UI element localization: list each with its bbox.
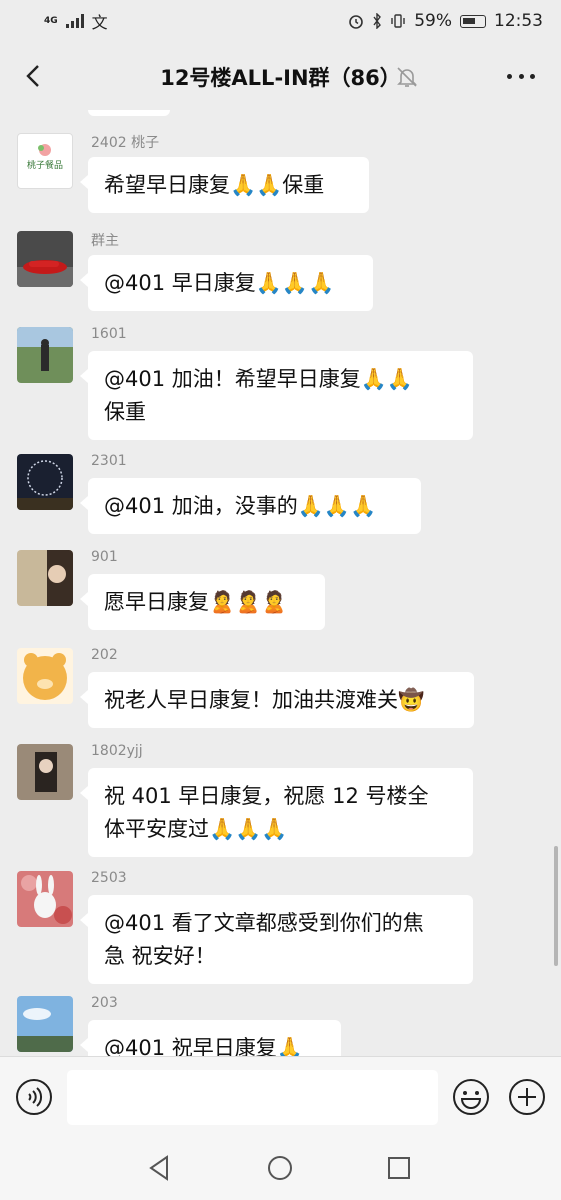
system-back-button[interactable] <box>143 1152 175 1184</box>
avatar[interactable] <box>17 231 73 287</box>
voice-icon <box>16 1079 52 1115</box>
voice-button[interactable] <box>14 1077 54 1117</box>
message-bubble[interactable]: @401 加油！希望早日康复🙏🙏 保重 <box>80 351 473 440</box>
sender-name: 2402 桃子 <box>91 135 160 151</box>
message-text: 保重 <box>104 400 146 424</box>
message-text: 急 祝安好！ <box>104 944 216 968</box>
avatar[interactable] <box>17 871 73 927</box>
sender-name: 1601 <box>91 326 127 342</box>
back-button[interactable] <box>16 58 52 94</box>
battery-percent: 59% <box>414 11 452 31</box>
input-bar <box>0 1056 561 1136</box>
message-text: 愿早日康复🙎🙎🙎 <box>104 590 288 614</box>
battery-icon <box>460 14 486 28</box>
message-text: @401 祝早日康复🙏 <box>104 1036 303 1056</box>
sender-name: 901 <box>91 549 118 565</box>
message-bubble[interactable]: 希望早日康复🙏🙏保重 <box>80 157 369 213</box>
chat-header: 12号楼ALL-IN群（86） <box>0 42 561 110</box>
message-bubble[interactable]: 祝老人早日康复！加油共渡难关🤠 <box>80 672 474 728</box>
circle-home-icon <box>268 1156 292 1180</box>
system-home-button[interactable] <box>264 1152 296 1184</box>
previous-message-bubble <box>88 110 170 116</box>
message-bubble[interactable]: 祝 401 早日康复，祝愿 12 号楼全 体平安度过🙏🙏🙏 <box>80 768 473 857</box>
message-bubble[interactable]: @401 加油，没事的🙏🙏🙏 <box>80 478 421 534</box>
message-text: @401 看了文章都感受到你们的焦 <box>104 911 424 935</box>
message-text: @401 加油！希望早日康复🙏🙏 <box>104 367 414 391</box>
sender-name: 203 <box>91 995 118 1011</box>
avatar[interactable] <box>17 744 73 800</box>
message-text: 体平安度过🙏🙏🙏 <box>104 817 288 841</box>
message-text: 希望早日康复🙏🙏保重 <box>104 173 325 197</box>
signal-icon <box>65 14 84 28</box>
sender-name: 202 <box>91 647 118 663</box>
message-text: @401 加油，没事的🙏🙏🙏 <box>104 494 377 518</box>
message-input[interactable] <box>67 1070 438 1125</box>
sender-name: 群主 <box>91 233 119 249</box>
system-navigation-bar <box>0 1136 561 1200</box>
message-bubble[interactable]: @401 看了文章都感受到你们的焦 急 祝安好！ <box>80 895 473 984</box>
back-arrow-icon <box>26 65 39 87</box>
avatar[interactable] <box>17 550 73 606</box>
emoji-icon <box>453 1079 489 1115</box>
bluetooth-icon <box>373 13 382 29</box>
avatar-logo-text: 桃子餐品 <box>27 159 63 171</box>
muted-bell-icon <box>394 64 420 90</box>
avatar[interactable] <box>17 327 73 383</box>
message-bubble[interactable]: @401 祝早日康复🙏 <box>80 1020 341 1056</box>
sender-name: 2503 <box>91 870 127 886</box>
avatar[interactable]: 桃子餐品 <box>17 133 73 189</box>
message-text: 祝老人早日康复！加油共渡难关🤠 <box>104 688 425 712</box>
scrollbar[interactable] <box>554 846 558 966</box>
alarm-icon <box>349 15 364 29</box>
message-list[interactable]: 桃子餐品 2402 桃子 希望早日康复🙏🙏保重 群主 @401 早日康复🙏🙏🙏 … <box>0 110 561 1056</box>
network-type: 4G <box>44 15 58 26</box>
chat-title: 12号楼ALL-IN群（86） <box>160 66 401 90</box>
message-bubble[interactable]: @401 早日康复🙏🙏🙏 <box>80 255 373 311</box>
triangle-back-icon <box>149 1155 168 1181</box>
sender-name: 2301 <box>91 453 127 469</box>
sender-name: 1802yjj <box>91 743 143 759</box>
message-bubble[interactable]: 愿早日康复🙎🙎🙎 <box>80 574 325 630</box>
message-text: @401 早日康复🙏🙏🙏 <box>104 271 335 295</box>
message-text: 祝 401 早日康复，祝愿 12 号楼全 <box>104 784 429 808</box>
more-button[interactable] <box>501 60 541 92</box>
more-functions-button[interactable] <box>507 1077 547 1117</box>
vibrate-icon <box>391 14 405 28</box>
message-notification-icon: 文 <box>91 13 108 32</box>
status-left: 4G 文 <box>44 9 108 33</box>
system-recents-button[interactable] <box>383 1152 415 1184</box>
square-recents-icon <box>388 1157 410 1179</box>
clock: 12:53 <box>494 11 543 31</box>
avatar[interactable] <box>17 648 73 704</box>
status-right: 59% 12:53 <box>348 11 543 31</box>
status-bar: 4G 文 59% 12:53 <box>0 0 561 42</box>
emoji-button[interactable] <box>451 1077 491 1117</box>
plus-icon <box>509 1079 545 1115</box>
avatar[interactable] <box>17 454 73 510</box>
avatar[interactable] <box>17 996 73 1052</box>
